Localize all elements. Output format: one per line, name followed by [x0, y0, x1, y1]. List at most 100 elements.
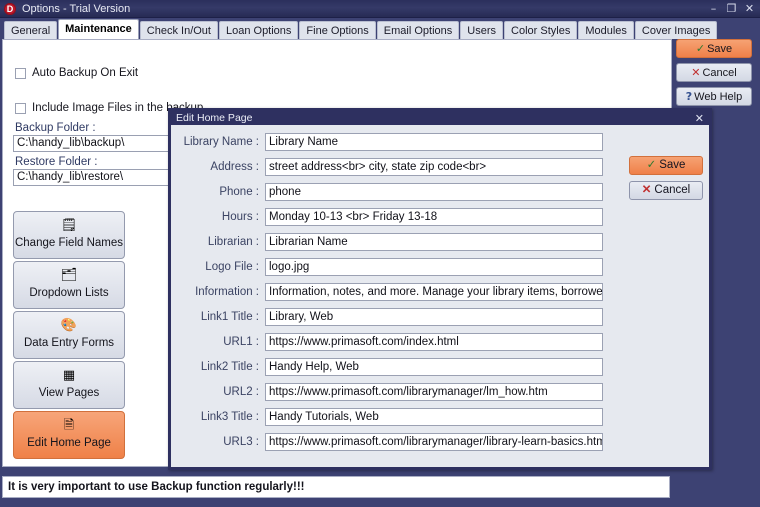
- edit-home-page-dialog: Edit Home Page ✕ Library Name : Library N…: [168, 108, 712, 470]
- restore-folder-input[interactable]: C:\handy_lib\restore\: [13, 169, 193, 186]
- field-label: Address :: [210, 161, 259, 173]
- field-label: Information :: [195, 286, 259, 298]
- cancel-icon: ✕: [691, 66, 701, 79]
- backup-folder-input[interactable]: C:\handy_lib\backup\: [13, 135, 193, 152]
- auto-backup-label: Auto Backup On Exit: [32, 67, 139, 79]
- field-label: URL3 :: [223, 436, 259, 448]
- field-label: Hours :: [221, 211, 259, 223]
- form-row: URL3 : https://www.primasoft.com/librarym…: [171, 433, 603, 451]
- form-row: URL2 : https://www.primasoft.com/librarym…: [171, 383, 603, 401]
- logo-file-input[interactable]: logo.jpg: [265, 258, 603, 276]
- rail-button-label: Save: [707, 43, 733, 55]
- dialog-save-icon: ✓: [646, 159, 657, 171]
- page-document-icon: 🗎: [63, 418, 75, 433]
- library-name-input[interactable]: Library Name: [265, 133, 603, 151]
- form-row: Link2 Title : Handy Help, Web: [171, 358, 603, 376]
- form-row: Link1 Title : Library, Web: [171, 308, 603, 326]
- dropdown-lists-button[interactable]: 🗂 Dropdown Lists: [13, 261, 125, 309]
- tab-email-options[interactable]: Email Options: [376, 21, 460, 39]
- status-bar-message: It is very important to use Backup funct…: [2, 476, 670, 498]
- information-input[interactable]: Information, notes, and more. Manage you…: [265, 283, 603, 301]
- window-title: Options - Trial Version: [22, 2, 131, 15]
- field-label: Logo File :: [205, 261, 259, 273]
- address-input[interactable]: street address<br> city, state zip code<…: [265, 158, 603, 176]
- web-help-icon: ?: [685, 90, 693, 103]
- link2-title-input[interactable]: Handy Help, Web: [265, 358, 603, 376]
- form-row: Library Name : Library Name: [171, 133, 603, 151]
- phone-input[interactable]: phone: [265, 183, 603, 201]
- save-icon: ✓: [695, 42, 706, 55]
- view-pages-button[interactable]: ▦ View Pages: [13, 361, 125, 409]
- tab-color-styles[interactable]: Color Styles: [504, 21, 578, 39]
- side-button-label: Change Field Names: [14, 237, 124, 249]
- app-logo-icon: D: [4, 2, 16, 15]
- side-button-label: Edit Home Page: [27, 437, 111, 449]
- window-titlebar: D Options - Trial Version – ❐ ✕: [0, 0, 760, 18]
- dialog-cancel-button[interactable]: ✕ Cancel: [629, 181, 703, 200]
- field-label: Phone :: [219, 186, 259, 198]
- form-row: Address : street address<br> city, state …: [171, 158, 603, 176]
- url3-input[interactable]: https://www.primasoft.com/librarymanager…: [265, 433, 603, 451]
- url2-input[interactable]: https://www.primasoft.com/librarymanager…: [265, 383, 603, 401]
- field-label: URL1 :: [223, 336, 259, 348]
- form-row: Logo File : logo.jpg: [171, 258, 603, 276]
- edit-fields-icon: 🗒: [60, 218, 78, 233]
- link3-title-input[interactable]: Handy Tutorials, Web: [265, 408, 603, 426]
- window-controls: – ❐ ✕: [708, 3, 755, 14]
- field-label: URL2 :: [223, 386, 259, 398]
- form-row: Information : Information, notes, and mor…: [171, 283, 603, 301]
- tab-check-in-out[interactable]: Check In/Out: [139, 21, 218, 39]
- dialog-body: Library Name : Library Name Address : stree…: [171, 125, 709, 467]
- backup-folder-label: Backup Folder :: [15, 122, 96, 134]
- side-button-label: Data Entry Forms: [23, 337, 115, 349]
- maximize-icon[interactable]: ❐: [726, 3, 737, 14]
- librarian-input[interactable]: Librarian Name: [265, 233, 603, 251]
- dialog-close-icon[interactable]: ✕: [695, 113, 704, 124]
- field-label: Library Name :: [183, 136, 259, 148]
- include-image-files-checkbox[interactable]: [15, 102, 26, 114]
- side-button-label: View Pages: [38, 387, 100, 399]
- form-row: Hours : Monday 10-13 <br> Friday 13-18: [171, 208, 603, 226]
- save-button[interactable]: ✓ Save: [676, 39, 752, 58]
- cancel-button[interactable]: ✕ Cancel: [676, 63, 752, 82]
- field-label: Librarian :: [207, 236, 259, 248]
- form-row: URL1 : https://www.primasoft.com/index.ht…: [171, 333, 603, 351]
- tab-general[interactable]: General: [4, 21, 58, 39]
- link1-title-input[interactable]: Library, Web: [265, 308, 603, 326]
- form-row: Link3 Title : Handy Tutorials, Web: [171, 408, 603, 426]
- dialog-save-button[interactable]: ✓ Save: [629, 156, 703, 175]
- data-entry-forms-button[interactable]: 🎨 Data Entry Forms: [13, 311, 125, 359]
- tab-users[interactable]: Users: [460, 21, 504, 39]
- dialog-button-label: Save: [659, 159, 686, 171]
- field-label: Link1 Title :: [200, 311, 259, 323]
- dialog-cancel-icon: ✕: [641, 184, 652, 196]
- tab-loan-options[interactable]: Loan Options: [218, 21, 299, 39]
- hours-input[interactable]: Monday 10-13 <br> Friday 13-18: [265, 208, 603, 226]
- form-row: Librarian : Librarian Name: [171, 233, 603, 251]
- tab-maintenance[interactable]: Maintenance: [58, 19, 139, 39]
- rail-button-label: Cancel: [702, 67, 737, 79]
- tab-modules[interactable]: Modules: [578, 21, 634, 39]
- tab-fine-options[interactable]: Fine Options: [299, 21, 376, 39]
- form-row: Phone : phone: [171, 183, 603, 201]
- side-button-label: Dropdown Lists: [29, 287, 109, 299]
- restore-folder-label: Restore Folder :: [15, 156, 98, 168]
- minimize-icon[interactable]: –: [708, 3, 719, 14]
- web-help-button[interactable]: ? Web Help: [676, 87, 752, 106]
- dialog-title: Edit Home Page: [176, 112, 253, 124]
- dialog-titlebar: Edit Home Page ✕: [171, 111, 709, 125]
- field-label: Link3 Title :: [200, 411, 259, 423]
- change-field-names-button[interactable]: 🗒 Change Field Names: [13, 211, 125, 259]
- rail-button-label: Web Help: [694, 91, 743, 103]
- auto-backup-on-exit-row[interactable]: Auto Backup On Exit: [15, 67, 138, 79]
- home-page-form: Library Name : Library Name Address : stree…: [171, 133, 603, 458]
- tab-cover-images[interactable]: Cover Images: [634, 21, 718, 39]
- field-label: Link2 Title :: [200, 361, 259, 373]
- dialog-button-label: Cancel: [654, 184, 691, 196]
- options-window: D Options - Trial Version – ❐ ✕ General M…: [0, 0, 760, 507]
- close-icon[interactable]: ✕: [744, 3, 755, 14]
- dialog-action-buttons: ✓ Save ✕ Cancel: [629, 156, 703, 206]
- edit-home-page-button[interactable]: 🗎 Edit Home Page: [13, 411, 125, 459]
- auto-backup-checkbox[interactable]: [15, 67, 26, 79]
- url1-input[interactable]: https://www.primasoft.com/index.html: [265, 333, 603, 351]
